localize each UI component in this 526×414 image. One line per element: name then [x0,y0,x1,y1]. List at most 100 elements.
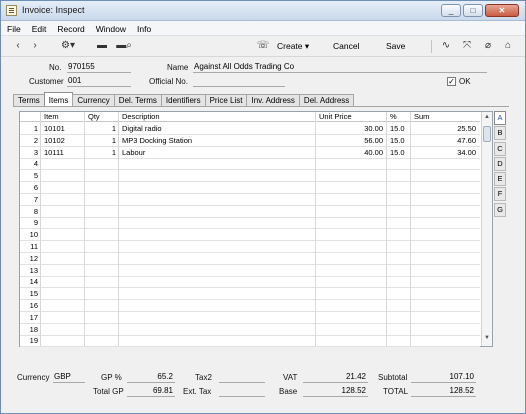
tab-items[interactable]: Items [43,92,74,106]
card-b[interactable]: B [494,126,506,141]
print-icon[interactable]: ▬ [95,40,109,53]
tab-bar: Terms Items Currency Del. Terms Identifi… [13,92,355,106]
tab-identifiers[interactable]: Identifiers [160,94,206,106]
table-row[interactable]: 4 [20,158,480,171]
cell-desc[interactable]: Digital radio [122,124,312,133]
table-row[interactable]: 11 [20,241,480,253]
cancel-button[interactable]: Cancel [333,41,359,51]
tab-price-list[interactable]: Price List [204,94,248,106]
currency-field[interactable]: GBP [53,372,85,383]
name-field[interactable]: Against All Odds Trading Co [193,62,487,73]
table-row[interactable]: 10 [20,229,480,242]
table-row[interactable]: 5 [20,170,480,183]
tab-currency[interactable]: Currency [72,94,115,106]
menu-edit[interactable]: Edit [26,21,52,35]
column-header-qty[interactable]: Qty [86,112,100,121]
row-number: 5 [33,171,38,181]
scroll-down-arrow-icon[interactable]: ▼ [483,335,491,344]
cell-qty[interactable]: 1 [86,124,116,133]
invoice-number-field[interactable]: 970155 [67,62,131,73]
cell-item[interactable]: 10111 [44,148,82,157]
save-button[interactable]: Save [386,41,405,51]
cell-pct[interactable]: 15.0 [390,136,410,145]
table-row[interactable]: 16 [20,300,480,312]
grid-scrollbar[interactable]: ▲ ▼ [481,112,492,346]
cell-qty[interactable]: 1 [86,148,116,157]
previous-record-icon[interactable]: ‹ [11,40,25,53]
card-e[interactable]: E [494,172,506,187]
attachment-icon[interactable]: ⌀ [481,40,495,53]
print-preview-icon[interactable]: ▬⌕ [115,40,133,53]
cell-pct[interactable]: 15.0 [390,124,410,133]
table-row[interactable]: 7 [20,194,480,206]
cell-qty[interactable]: 1 [86,136,116,145]
table-row[interactable]: 9 [20,217,480,230]
cell-desc[interactable]: Labour [122,148,312,157]
invoice-window: Invoice: Inspect _ □ ✕ File Edit Record … [0,0,526,414]
row-number: 1 [33,124,38,133]
column-header-description[interactable]: Description [120,112,160,121]
base-field: 128.52 [303,386,368,397]
cell-item[interactable]: 10102 [44,136,82,145]
table-row[interactable]: 1 10101 1 Digital radio 30.00 15.0 25.50 [20,123,480,135]
items-grid[interactable]: Item Qty Description Unit Price % Sum 11… [19,111,493,348]
activity-icon[interactable]: ∿ [439,40,453,53]
menu-record[interactable]: Record [51,21,89,35]
tab-inv-address[interactable]: Inv. Address [246,94,300,106]
card-c[interactable]: C [494,141,506,156]
minimize-button[interactable]: _ [441,4,461,17]
next-record-icon[interactable]: › [28,40,42,53]
table-row[interactable]: 19 [20,335,480,348]
menu-info[interactable]: Info [131,21,156,35]
create-button[interactable]: Create ▾ [277,41,309,52]
close-button[interactable]: ✕ [485,4,519,17]
table-row[interactable]: 8 [20,206,480,218]
cell-item[interactable]: 10101 [44,124,82,133]
maximize-button[interactable]: □ [463,4,483,17]
menu-window[interactable]: Window [90,21,131,35]
tab-terms[interactable]: Terms [13,94,45,106]
card-d[interactable]: D [494,156,506,171]
table-row[interactable]: 6 [20,182,480,194]
cell-sum[interactable]: 25.50 [412,124,476,133]
vat-field: 21.42 [303,372,368,383]
card-g[interactable]: G [494,202,506,217]
table-row[interactable]: 15 [20,288,480,301]
table-row[interactable]: 14 [20,276,480,289]
phone-icon[interactable]: ☏ [256,40,270,53]
cell-pct[interactable]: 15.0 [390,148,410,157]
cell-price[interactable]: 30.00 [317,124,383,133]
table-row[interactable]: 2 10102 1 MP3 Docking Station 56.00 15.0 47.60 [20,135,480,147]
cell-price[interactable]: 56.00 [317,136,383,145]
cell-price[interactable]: 40.00 [317,148,383,157]
table-row[interactable]: 12 [20,253,480,265]
menu-file[interactable]: File [1,21,26,35]
tab-del-terms[interactable]: Del. Terms [113,94,162,106]
scroll-up-arrow-icon[interactable]: ▲ [483,114,491,123]
grid-header: Item Qty Description Unit Price % Sum [20,112,480,122]
expand-icon[interactable]: ⤧ [460,40,474,53]
column-header-sum[interactable]: Sum [412,112,429,121]
row-number: 19 [29,336,38,346]
column-header-unit-price[interactable]: Unit Price [317,112,352,121]
customer-field[interactable]: 001 [67,76,131,87]
card-a[interactable]: A [494,111,506,125]
table-row[interactable]: 17 [20,312,480,324]
card-f[interactable]: F [494,187,506,202]
operations-gear-icon[interactable]: ⚙▾ [57,40,79,53]
cell-sum[interactable]: 34.00 [412,148,476,157]
official-no-label: Official No. [149,77,188,86]
cell-desc[interactable]: MP3 Docking Station [122,136,312,145]
official-no-field[interactable] [193,76,285,87]
table-row[interactable]: 13 [20,265,480,277]
personal-desktop-icon[interactable]: ⌂ [501,40,515,53]
scroll-thumb[interactable] [483,126,491,142]
table-row[interactable]: 3 10111 1 Labour 40.00 15.0 34.00 [20,147,480,159]
ok-checkbox[interactable]: ✓ [447,77,456,86]
table-row[interactable]: 18 [20,324,480,336]
tax2-label: Tax2 [195,373,212,382]
column-header-percent[interactable]: % [388,112,397,121]
tab-del-address[interactable]: Del. Address [298,94,355,106]
column-header-item[interactable]: Item [42,112,59,121]
cell-sum[interactable]: 47.60 [412,136,476,145]
